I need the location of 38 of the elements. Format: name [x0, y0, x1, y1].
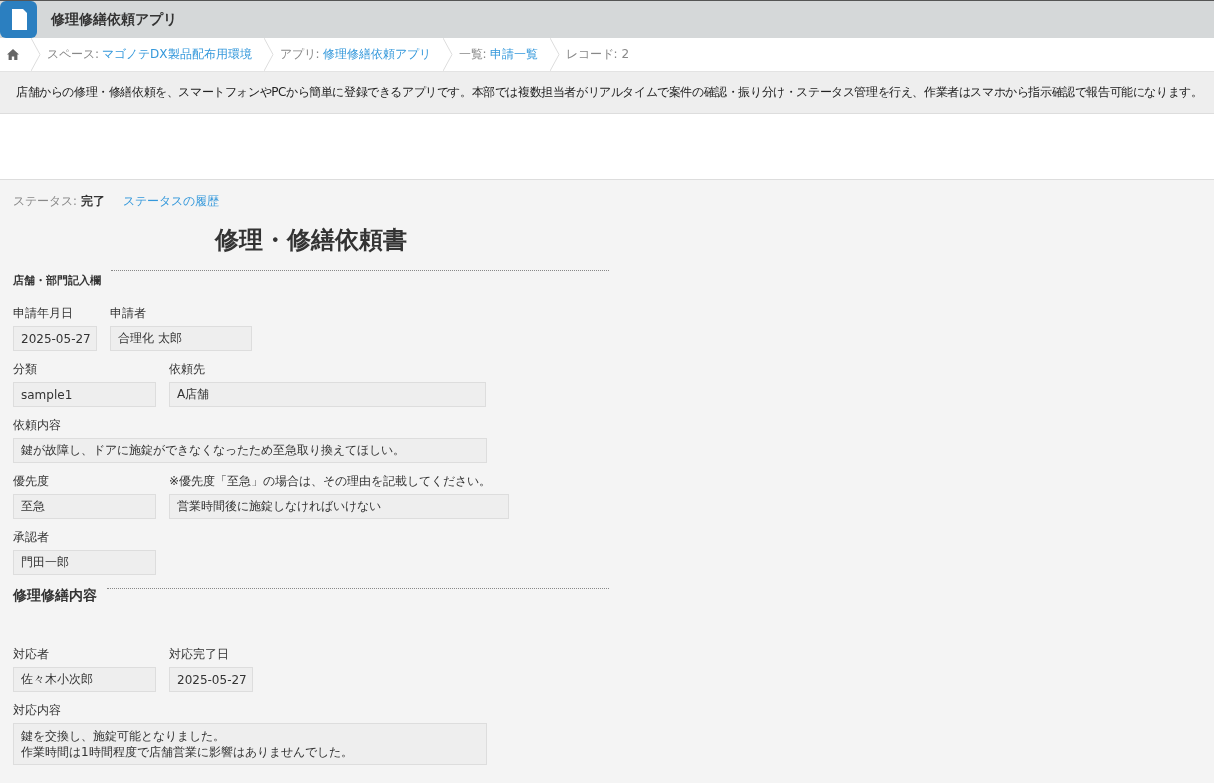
- field-value: 鍵が故障し、ドアに施錠ができなくなったため至急取り換えてほしい。: [13, 438, 487, 463]
- field-label: 承認者: [13, 530, 50, 545]
- field-value: A店舗: [169, 382, 486, 407]
- breadcrumb-link[interactable]: 申請一覧: [489, 46, 538, 63]
- field-label: 対応内容: [13, 703, 62, 718]
- field-value: 至急: [13, 494, 156, 519]
- home-icon[interactable]: [7, 49, 19, 60]
- field-value: 2025-05-27: [13, 326, 97, 351]
- field-label: 依頼先: [169, 362, 206, 377]
- field-label: 分類: [13, 362, 38, 377]
- breadcrumb-label: スペース:: [47, 46, 100, 63]
- app-title: 修理修繕依頼アプリ: [51, 10, 177, 29]
- field-value: 営業時間後に施錠しなければいけない: [169, 494, 509, 519]
- status-history-link[interactable]: ステータスの履歴: [122, 193, 219, 209]
- field-label: 申請者: [110, 306, 147, 321]
- status-value: 完了: [80, 193, 105, 208]
- section-heading: 修理修繕内容: [13, 587, 97, 605]
- breadcrumb-label: 一覧:: [458, 46, 487, 63]
- status-label: ステータス:: [13, 193, 77, 208]
- field-value: sample1: [13, 382, 156, 407]
- field-label: 申請年月日: [13, 306, 74, 321]
- field-value: 合理化 太郎: [110, 326, 252, 351]
- app-description: 店舗からの修理・修繕依頼を、スマートフォンやPCから簡単に登録できるアプリです。本部では複数担当者がリアルタイムで案件の確認・振り分け・ステータス管理を行え、作業者はスマホから指示確認で報告可能になります。: [16, 85, 1203, 99]
- field-value: 門田一郎: [13, 550, 156, 575]
- breadcrumb-link[interactable]: 修理修繕依頼アプリ: [322, 46, 431, 63]
- field-value: 鍵を交換し、施錠可能となりました。 作業時間は1時間程度で店舗営業に影響はありませんでした。: [13, 723, 487, 765]
- field-value: 佐々木小次郎: [13, 667, 156, 692]
- field-label: 対応者: [13, 647, 50, 662]
- field-label: 対応完了日: [169, 647, 230, 662]
- breadcrumb-link[interactable]: マゴノテDX製品配布用環境: [102, 46, 252, 63]
- breadcrumb-label: アプリ:: [279, 46, 320, 63]
- form-title: 修理・修繕依頼書: [215, 226, 407, 254]
- section-heading: 店舗・部門記入欄: [13, 273, 101, 288]
- field-value: 2025-05-27: [169, 667, 253, 692]
- breadcrumb-label: レコード: 2: [565, 46, 630, 63]
- field-label: 優先度: [13, 474, 50, 489]
- field-label: 依頼内容: [13, 418, 62, 433]
- field-label: ※優先度「至急」の場合は、その理由を記載してください。: [169, 474, 493, 489]
